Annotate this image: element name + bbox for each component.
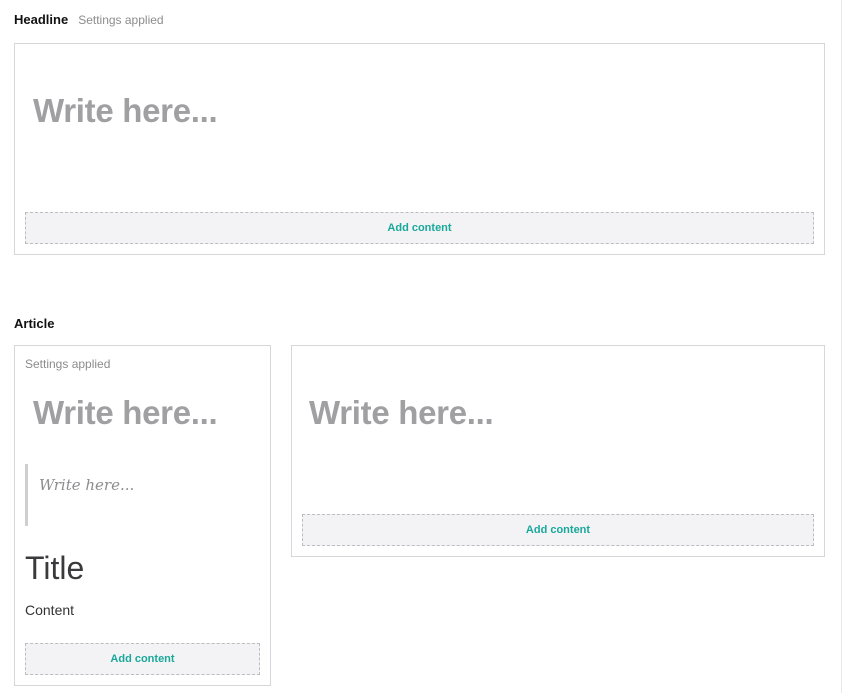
article-section-header: Article [14,316,54,331]
headline-section-title: Headline [14,12,69,27]
page-right-edge [841,0,842,693]
article-right-column: Write here... Add content [291,345,825,557]
article-left-quote: Write here... [25,464,250,526]
article-left-heading-placeholder[interactable]: Write here... [33,394,218,432]
article-left-settings-applied[interactable]: Settings applied [25,357,110,371]
headline-text-placeholder[interactable]: Write here... [33,92,218,130]
article-section-title: Article [14,316,55,331]
article-left-column: Settings applied Write here... Write her… [14,345,271,686]
headline-block: Write here... Add content [14,43,825,255]
headline-section-header: Headline Settings applied [14,12,164,27]
headline-add-content-button[interactable]: Add content [25,212,814,244]
article-left-add-content-button[interactable]: Add content [25,643,260,675]
article-left-title[interactable]: Title [25,550,84,587]
article-right-heading-placeholder[interactable]: Write here... [309,394,494,432]
headline-settings-applied[interactable]: Settings applied [78,13,163,27]
article-left-quote-placeholder[interactable]: Write here... [39,476,250,494]
article-left-content[interactable]: Content [25,602,74,618]
article-right-add-content-button[interactable]: Add content [302,514,814,546]
